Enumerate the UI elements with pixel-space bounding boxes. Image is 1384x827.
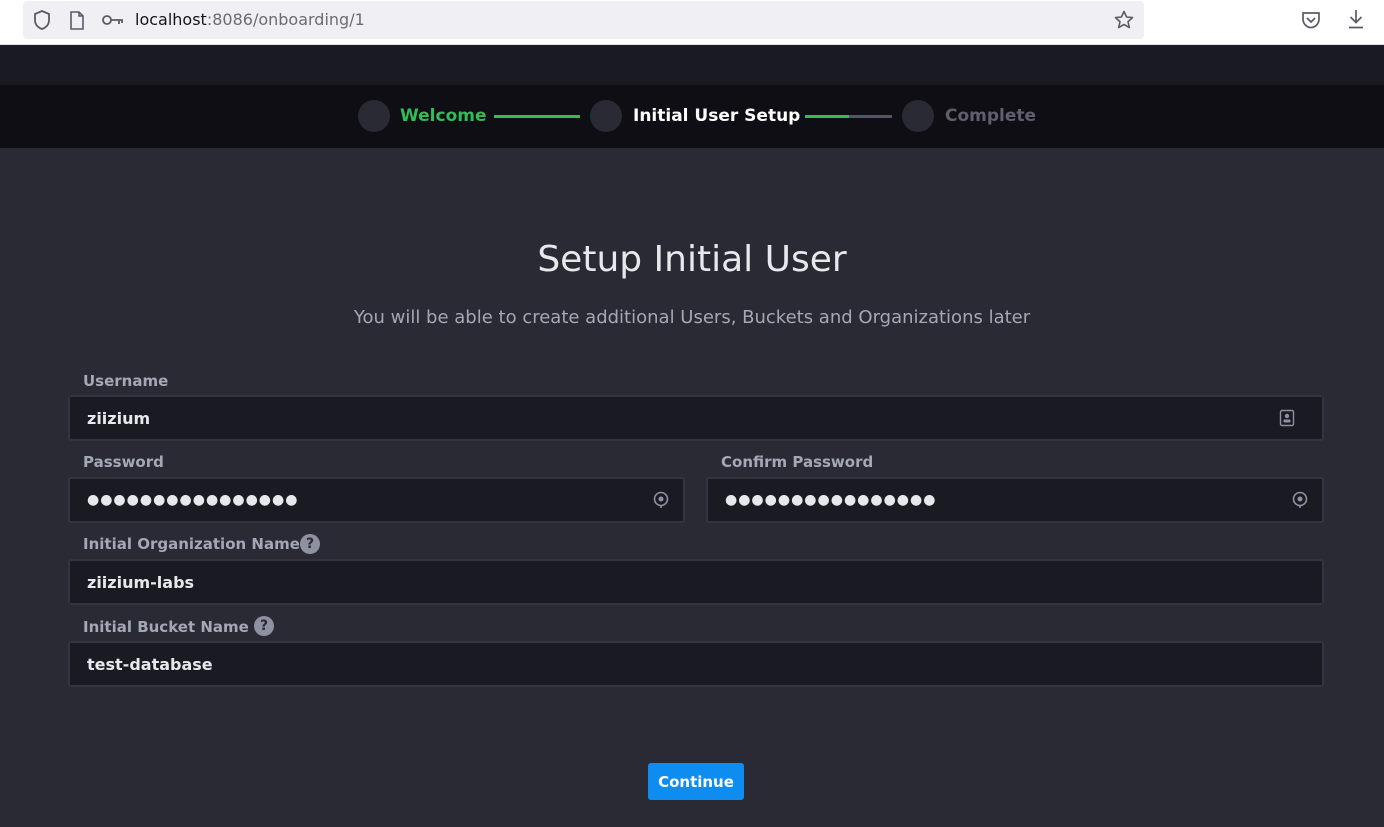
password-manager-icon[interactable] xyxy=(1291,491,1309,509)
username-value: ziizium xyxy=(87,408,151,428)
bookmark-star-icon[interactable] xyxy=(1113,9,1135,31)
url-host: localhost xyxy=(135,10,207,29)
step-welcome-label: Welcome xyxy=(400,106,487,126)
bucket-name-value: test-database xyxy=(87,654,213,674)
onboarding-stepper: Welcome Initial User Setup Complete xyxy=(0,85,1384,148)
step-user-setup-label: Initial User Setup xyxy=(633,106,801,126)
org-name-input[interactable]: ziizium-labs xyxy=(68,559,1324,605)
username-label: Username xyxy=(83,372,169,390)
password-value: ●●●●●●●●●●●●●●●● xyxy=(87,492,299,508)
org-name-value: ziizium-labs xyxy=(87,572,195,592)
org-name-help-icon[interactable]: ? xyxy=(300,534,320,554)
step-connector-2-fill xyxy=(805,115,849,118)
url-path: :8086/onboarding/1 xyxy=(206,10,365,29)
page-title: Setup Initial User xyxy=(537,239,847,280)
step-welcome-circle xyxy=(358,100,390,132)
key-icon[interactable] xyxy=(101,10,125,30)
step-complete-circle xyxy=(902,100,934,132)
step-connector-1 xyxy=(494,115,580,118)
confirm-password-value: ●●●●●●●●●●●●●●●● xyxy=(725,492,937,508)
url-text[interactable]: localhost:8086/onboarding/1 xyxy=(135,10,365,30)
bucket-name-input[interactable]: test-database xyxy=(68,641,1324,687)
step-connector-2 xyxy=(805,115,892,118)
app-header-strip xyxy=(0,45,1384,85)
confirm-password-label: Confirm Password xyxy=(721,453,874,471)
browser-toolbar: localhost:8086/onboarding/1 xyxy=(0,0,1384,45)
step-connector-1-fill xyxy=(494,115,580,118)
contact-card-icon[interactable] xyxy=(1278,409,1296,427)
step-user-setup-circle xyxy=(590,100,622,132)
address-bar[interactable]: localhost:8086/onboarding/1 xyxy=(23,1,1144,39)
username-input[interactable]: ziizium xyxy=(68,395,1324,441)
password-input[interactable]: ●●●●●●●●●●●●●●●● xyxy=(68,477,685,523)
password-label: Password xyxy=(83,453,164,471)
bucket-name-label: Initial Bucket Name xyxy=(83,618,249,636)
password-manager-icon[interactable] xyxy=(652,491,670,509)
page-subtitle: You will be able to create additional Us… xyxy=(353,307,1031,328)
page-icon[interactable] xyxy=(67,10,87,30)
shield-icon[interactable] xyxy=(32,10,52,30)
pocket-icon[interactable] xyxy=(1300,9,1322,31)
bucket-name-help-icon[interactable]: ? xyxy=(254,616,274,636)
confirm-password-input[interactable]: ●●●●●●●●●●●●●●●● xyxy=(706,477,1324,523)
step-complete-label: Complete xyxy=(945,106,1037,126)
continue-button[interactable]: Continue xyxy=(648,763,744,800)
org-name-label: Initial Organization Name xyxy=(83,535,300,553)
download-icon[interactable] xyxy=(1345,8,1367,30)
